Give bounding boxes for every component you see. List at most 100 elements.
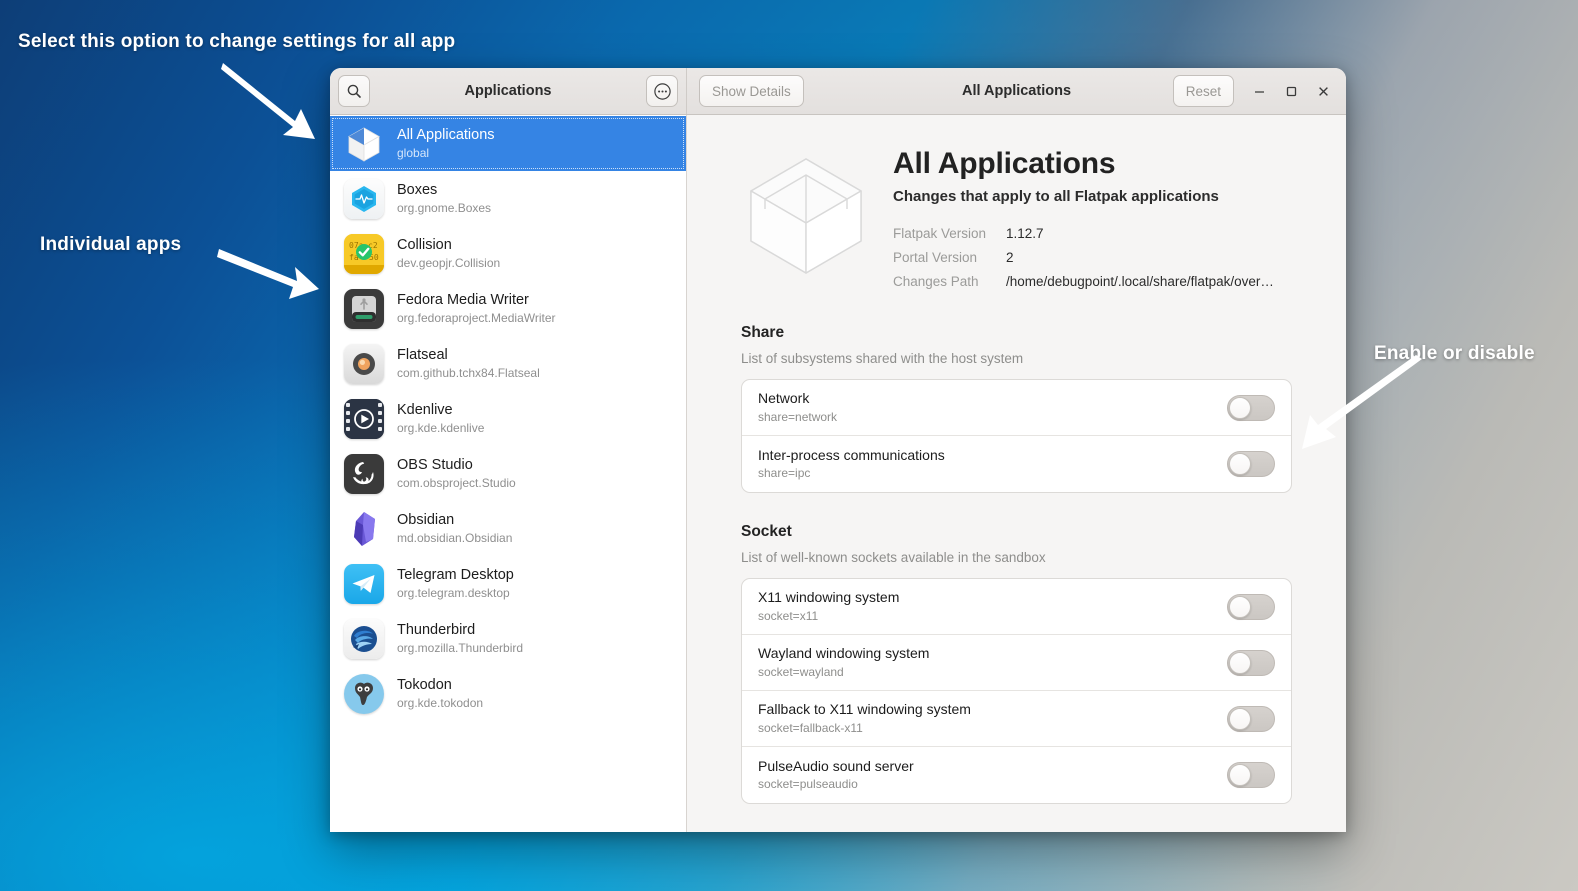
telegram-icon [344, 564, 384, 604]
view-more-button[interactable] [646, 75, 678, 107]
toggle-knob [1229, 453, 1251, 475]
sidebar-item-text: Boxes org.gnome.Boxes [397, 182, 491, 215]
sidebar-item-text: Obsidian md.obsidian.Obsidian [397, 512, 512, 545]
section-share: Share List of subsystems shared with the… [741, 324, 1292, 493]
kdenlive-icon [344, 399, 384, 439]
app-id: org.fedoraproject.MediaWriter [397, 311, 556, 325]
preference-row-x11[interactable]: X11 windowing system socket=x11 [742, 579, 1291, 635]
metadata-row: Portal Version 2 [893, 246, 1292, 270]
minimize-icon [1253, 85, 1266, 98]
toggle-socket-x11[interactable] [1227, 594, 1275, 620]
page-title: All Applications [893, 147, 1292, 181]
metadata-key: Flatpak Version [893, 222, 1006, 246]
sidebar-item-text: Thunderbird org.mozilla.Thunderbird [397, 622, 523, 655]
sidebar-item-tokodon[interactable]: Tokodon org.kde.tokodon [330, 666, 686, 721]
window-headerbar: Applications Show Details All Applicatio… [330, 68, 1346, 115]
app-id: org.mozilla.Thunderbird [397, 641, 523, 655]
app-name: All Applications [397, 127, 495, 144]
preference-label: PulseAudio sound server [758, 758, 1227, 776]
toggle-socket-fallback-x11[interactable] [1227, 706, 1275, 732]
preference-label: Inter-process communications [758, 447, 1227, 465]
app-name: Tokodon [397, 677, 483, 694]
annotation-all-applications: Select this option to change settings fo… [18, 31, 455, 53]
sidebar-title: Applications [330, 83, 686, 99]
toggle-share-ipc[interactable] [1227, 451, 1275, 477]
sidebar-item-collision[interactable]: 07a c2 fa 50 Collision dev.geopjr.Collis… [330, 226, 686, 281]
app-name: Telegram Desktop [397, 567, 514, 584]
preference-row-pulseaudio[interactable]: PulseAudio sound server socket=pulseaudi… [742, 747, 1291, 803]
toggle-socket-pulseaudio[interactable] [1227, 762, 1275, 788]
metadata-row: Flatpak Version 1.12.7 [893, 222, 1292, 246]
sidebar-item-fedora-media-writer[interactable]: Fedora Media Writer org.fedoraproject.Me… [330, 281, 686, 336]
flatseal-icon [344, 344, 384, 384]
detail-info: All Applications Changes that apply to a… [893, 141, 1292, 294]
sidebar-item-telegram-desktop[interactable]: Telegram Desktop org.telegram.desktop [330, 556, 686, 611]
sidebar-item-text: All Applications global [397, 127, 495, 160]
reset-button[interactable]: Reset [1173, 75, 1234, 107]
sidebar-item-text: Kdenlive org.kde.kdenlive [397, 402, 484, 435]
preference-row-ipc[interactable]: Inter-process communications share=ipc [742, 436, 1291, 492]
metadata-key: Portal Version [893, 246, 1006, 270]
boxes-icon [344, 179, 384, 219]
close-icon [1317, 85, 1330, 98]
toggle-knob [1229, 652, 1251, 674]
preference-text: Wayland windowing system socket=wayland [758, 645, 1227, 680]
toggle-socket-wayland[interactable] [1227, 650, 1275, 676]
sidebar-item-thunderbird[interactable]: Thunderbird org.mozilla.Thunderbird [330, 611, 686, 666]
app-name: Thunderbird [397, 622, 523, 639]
preference-row-network[interactable]: Network share=network [742, 380, 1291, 436]
sidebar-item-text: Fedora Media Writer org.fedoraproject.Me… [397, 292, 556, 325]
preference-text: Fallback to X11 windowing system socket=… [758, 701, 1227, 736]
metadata-table: Flatpak Version 1.12.7 Portal Version 2 … [893, 222, 1292, 294]
cube-icon [344, 124, 384, 164]
detail-panel: All Applications Changes that apply to a… [687, 115, 1346, 832]
show-details-button[interactable]: Show Details [699, 75, 804, 107]
sidebar-headerbar: Applications [330, 68, 687, 114]
media-writer-icon [344, 289, 384, 329]
metadata-value: 2 [1006, 246, 1014, 270]
applications-list[interactable]: All Applications global Boxes [330, 115, 687, 832]
window-body: All Applications global Boxes [330, 115, 1346, 832]
app-id: global [397, 146, 495, 160]
preference-row-fallback-x11[interactable]: Fallback to X11 windowing system socket=… [742, 691, 1291, 747]
tokodon-icon [344, 674, 384, 714]
toggle-share-network[interactable] [1227, 395, 1275, 421]
section-title: Socket [741, 523, 1292, 541]
page-subtitle: Changes that apply to all Flatpak applic… [893, 188, 1292, 205]
sidebar-item-text: Collision dev.geopjr.Collision [397, 237, 500, 270]
preference-label: Wayland windowing system [758, 645, 1227, 663]
maximize-icon [1285, 85, 1298, 98]
sidebar-item-kdenlive[interactable]: Kdenlive org.kde.kdenlive [330, 391, 686, 446]
preference-text: X11 windowing system socket=x11 [758, 589, 1227, 624]
preference-sublabel: socket=pulseaudio [758, 777, 1227, 792]
sidebar-item-flatseal[interactable]: Flatseal com.github.tchx84.Flatseal [330, 336, 686, 391]
app-name: OBS Studio [397, 457, 516, 474]
app-id: md.obsidian.Obsidian [397, 531, 512, 545]
sidebar-item-boxes[interactable]: Boxes org.gnome.Boxes [330, 171, 686, 226]
preference-sublabel: share=ipc [758, 466, 1227, 481]
sidebar-item-obsidian[interactable]: Obsidian md.obsidian.Obsidian [330, 501, 686, 556]
maximize-button[interactable] [1276, 76, 1306, 106]
detail-headerbar: Show Details All Applications Reset [687, 68, 1346, 114]
sidebar-item-obs-studio[interactable]: OBS Studio com.obsproject.Studio [330, 446, 686, 501]
thunderbird-icon [344, 619, 384, 659]
preference-text: PulseAudio sound server socket=pulseaudi… [758, 758, 1227, 793]
metadata-value: /home/debugpoint/.local/share/flatpak/ov… [1006, 270, 1274, 294]
app-name: Obsidian [397, 512, 512, 529]
preference-row-wayland[interactable]: Wayland windowing system socket=wayland [742, 635, 1291, 691]
app-id: org.kde.tokodon [397, 696, 483, 710]
close-button[interactable] [1308, 76, 1338, 106]
toggle-knob [1229, 596, 1251, 618]
toggle-knob [1229, 708, 1251, 730]
sidebar-item-text: OBS Studio com.obsproject.Studio [397, 457, 516, 490]
toggle-knob [1229, 397, 1251, 419]
preference-sublabel: socket=x11 [758, 609, 1227, 624]
preference-text: Inter-process communications share=ipc [758, 447, 1227, 482]
collision-icon: 07a c2 fa 50 [344, 234, 384, 274]
app-id: dev.geopjr.Collision [397, 256, 500, 270]
preference-list: Network share=network Inter-process comm… [741, 379, 1292, 493]
search-button[interactable] [338, 75, 370, 107]
minimize-button[interactable] [1244, 76, 1274, 106]
sidebar-item-all-applications[interactable]: All Applications global [330, 116, 686, 171]
app-id: org.kde.kdenlive [397, 421, 484, 435]
